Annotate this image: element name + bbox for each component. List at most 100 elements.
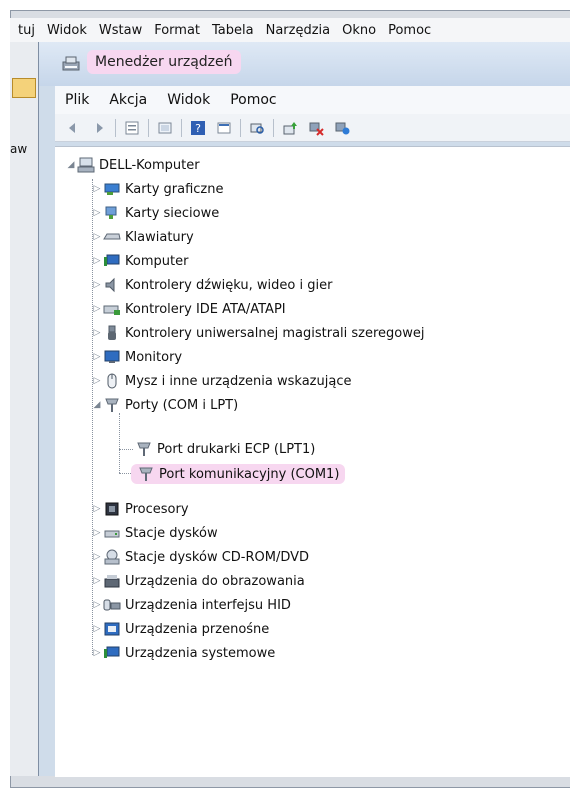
- toolbar-separator: [273, 118, 274, 137]
- ide-controller-icon: [103, 305, 120, 315]
- monitor-icon: [104, 350, 120, 363]
- bg-menu-item[interactable]: Widok: [41, 23, 93, 38]
- title-bar: Menedżer urządzeń: [39, 42, 570, 86]
- tree-item-label: Urządzenia przenośne: [125, 621, 270, 637]
- view-icon[interactable]: [155, 118, 175, 138]
- printer-port-icon: [137, 442, 151, 456]
- tree-root-label: DELL-Komputer: [99, 157, 200, 173]
- toolbar-separator: [148, 118, 149, 137]
- port-icon: [105, 398, 119, 412]
- network-adapter-icon: [105, 206, 117, 219]
- background-menubar: tuj Widok Wstaw Format Tabela Narzędzia …: [10, 18, 570, 43]
- collapsed-arrow-icon[interactable]: ▷: [91, 256, 103, 266]
- tree-item[interactable]: ▷ Kontrolery uniwersalnej magistrali sze…: [91, 322, 425, 344]
- computer-root-icon: [77, 157, 95, 173]
- collapsed-arrow-icon[interactable]: ▷: [91, 648, 103, 658]
- update-driver-icon[interactable]: [280, 118, 300, 138]
- tree-item[interactable]: ▷ Procesory: [91, 498, 189, 520]
- tree-item[interactable]: ▷ Stacje dysków: [91, 522, 218, 544]
- system-icon: [104, 646, 120, 658]
- collapsed-arrow-icon[interactable]: ▷: [91, 304, 103, 314]
- expand-arrow-icon[interactable]: ◢: [65, 160, 77, 170]
- console-icon[interactable]: [214, 118, 234, 138]
- tree-item-label: Urządzenia systemowe: [125, 645, 276, 661]
- tree-item-label: Urządzenia do obrazowania: [125, 573, 305, 589]
- tree-item-ports[interactable]: ◢ Porty (COM i LPT): [91, 394, 239, 416]
- tree-item[interactable]: ▷ Mysz i inne urządzenia wskazujące: [91, 370, 351, 392]
- computer-icon: [104, 254, 120, 266]
- tree-item[interactable]: ▷ Urządzenia do obrazowania: [91, 570, 305, 592]
- tree-item-label: Karty sieciowe: [125, 205, 220, 221]
- tree-item[interactable]: ▷ Urządzenia systemowe: [91, 642, 276, 664]
- forward-icon[interactable]: [89, 118, 109, 138]
- tree-subitem-label: Port drukarki ECP (LPT1): [157, 441, 316, 457]
- expand-arrow-icon[interactable]: ◢: [91, 400, 103, 410]
- bg-menu-item[interactable]: Okno: [336, 23, 382, 38]
- disk-drive-icon: [104, 530, 120, 538]
- background-toolbar-icon[interactable]: [12, 78, 36, 98]
- tree-item-label: Stacje dysków CD-ROM/DVD: [125, 549, 310, 565]
- tree-item-label: Urządzenia interfejsu HID: [125, 597, 291, 613]
- tree-item[interactable]: ▷ Klawiatury: [91, 226, 194, 248]
- menu-pomoc[interactable]: Pomoc: [220, 92, 286, 108]
- toolbar-separator: [240, 118, 241, 137]
- bg-menu-item[interactable]: Narzędzia: [260, 23, 337, 38]
- collapsed-arrow-icon[interactable]: ▷: [91, 504, 103, 514]
- tree-item-label: Karty graficzne: [125, 181, 224, 197]
- collapsed-arrow-icon[interactable]: ▷: [91, 328, 103, 338]
- collapsed-arrow-icon[interactable]: ▷: [91, 376, 103, 386]
- tree-item-label: Mysz i inne urządzenia wskazujące: [125, 373, 352, 389]
- tree-subitem[interactable]: Port drukarki ECP (LPT1): [135, 438, 315, 460]
- tree-item[interactable]: ▷ Komputer: [91, 250, 189, 272]
- tree-item[interactable]: ▷ Karty sieciowe: [91, 202, 220, 224]
- uninstall-icon[interactable]: [306, 118, 326, 138]
- tree-item[interactable]: ▷ Monitory: [91, 346, 183, 368]
- scan-icon[interactable]: [247, 118, 267, 138]
- keyboard-icon: [103, 233, 121, 240]
- device-manager-window: Menedżer urządzeń Plik Akcja Widok Pomoc…: [38, 42, 570, 777]
- bg-menu-item[interactable]: Format: [148, 23, 206, 38]
- collapsed-arrow-icon[interactable]: ▷: [91, 208, 103, 218]
- help-icon[interactable]: ?: [188, 118, 208, 138]
- tree-item[interactable]: ▷ Kontrolery dźwięku, wideo i gier: [91, 274, 333, 296]
- cdrom-icon: [104, 549, 120, 565]
- cpu-icon: [105, 502, 119, 516]
- background-left-text: aw: [10, 142, 28, 156]
- tree-connector: [119, 413, 120, 473]
- tree-item-label: Kontrolery dźwięku, wideo i gier: [125, 277, 333, 293]
- tree-item-label: Procesory: [125, 501, 189, 517]
- tree-subitem-selected[interactable]: Port komunikacyjny (COM1): [131, 463, 346, 485]
- collapsed-arrow-icon[interactable]: ▷: [91, 352, 103, 362]
- tree-root[interactable]: ◢ DELL-Komputer: [65, 154, 200, 176]
- collapsed-arrow-icon[interactable]: ▷: [91, 280, 103, 290]
- collapsed-arrow-icon[interactable]: ▷: [91, 624, 103, 634]
- menu-plik[interactable]: Plik: [55, 92, 99, 108]
- collapsed-arrow-icon[interactable]: ▷: [91, 232, 103, 242]
- properties-icon[interactable]: [122, 118, 142, 138]
- bg-menu-item[interactable]: tuj: [10, 23, 41, 38]
- collapsed-arrow-icon[interactable]: ▷: [91, 576, 103, 586]
- collapsed-arrow-icon[interactable]: ▷: [91, 552, 103, 562]
- tree-subitem-label: Port komunikacyjny (COM1): [159, 466, 340, 482]
- selection-highlight: Port komunikacyjny (COM1): [131, 464, 346, 484]
- collapsed-arrow-icon[interactable]: ▷: [91, 184, 103, 194]
- device-manager-icon: [62, 56, 80, 71]
- tree-item[interactable]: ▷ Kontrolery IDE ATA/ATAPI: [91, 298, 286, 320]
- tree-item-label: Monitory: [125, 349, 183, 365]
- imaging-icon: [104, 575, 120, 588]
- menu-widok[interactable]: Widok: [157, 92, 220, 108]
- tree-item[interactable]: ▷ Stacje dysków CD-ROM/DVD: [91, 546, 309, 568]
- tree-item[interactable]: ▷ Karty graficzne: [91, 178, 224, 200]
- bg-menu-item[interactable]: Wstaw: [93, 23, 148, 38]
- collapsed-arrow-icon[interactable]: ▷: [91, 528, 103, 538]
- tree-item[interactable]: ▷ Urządzenia interfejsu HID: [91, 594, 291, 616]
- bg-menu-item[interactable]: Tabela: [206, 23, 260, 38]
- enable-icon[interactable]: [332, 118, 352, 138]
- back-icon[interactable]: [63, 118, 83, 138]
- tree-item[interactable]: ▷ Urządzenia przenośne: [91, 618, 270, 640]
- collapsed-arrow-icon[interactable]: ▷: [91, 600, 103, 610]
- menu-akcja[interactable]: Akcja: [99, 92, 157, 108]
- bg-menu-item[interactable]: Pomoc: [382, 23, 437, 38]
- mouse-icon: [107, 373, 117, 389]
- toolbar: ?: [55, 114, 570, 142]
